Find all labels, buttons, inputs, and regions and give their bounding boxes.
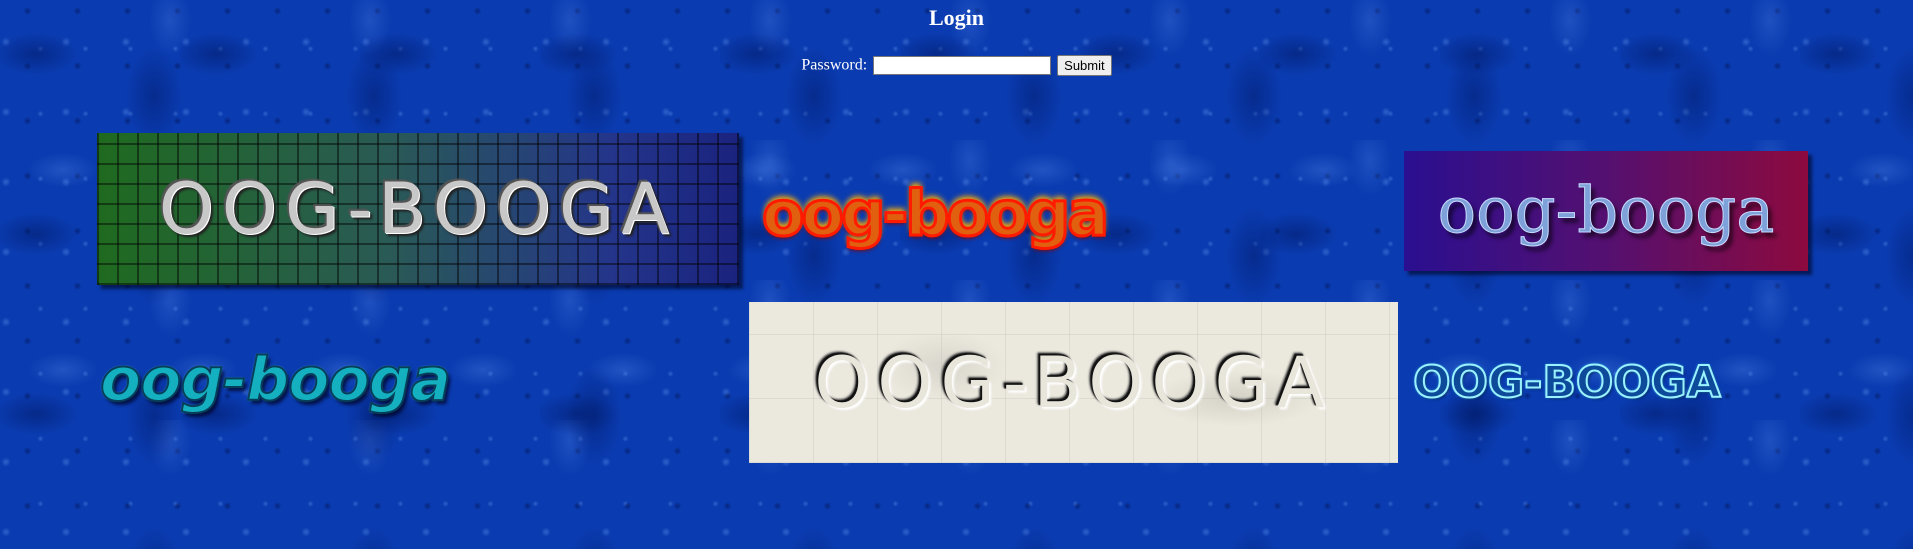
password-input[interactable]	[873, 56, 1052, 75]
password-label: Password:	[801, 56, 868, 74]
oog-booga-wavy-logo: OOG-BOOGA	[1412, 356, 1722, 409]
oog-booga-marble-logo: OOG-BOOGA	[749, 302, 1398, 463]
login-form: Password: Submit	[0, 55, 1913, 76]
oog-booga-cyan-logo: oog-booga	[100, 344, 452, 416]
page-title: Login	[928, 5, 985, 30]
oog-booga-purple-logo: oog-booga	[1404, 151, 1808, 271]
oog-booga-tile-logo: OOG-BOOGA	[97, 133, 739, 285]
submit-button[interactable]: Submit	[1057, 55, 1112, 76]
oog-booga-fire-logo: oog-booga	[760, 175, 1110, 251]
